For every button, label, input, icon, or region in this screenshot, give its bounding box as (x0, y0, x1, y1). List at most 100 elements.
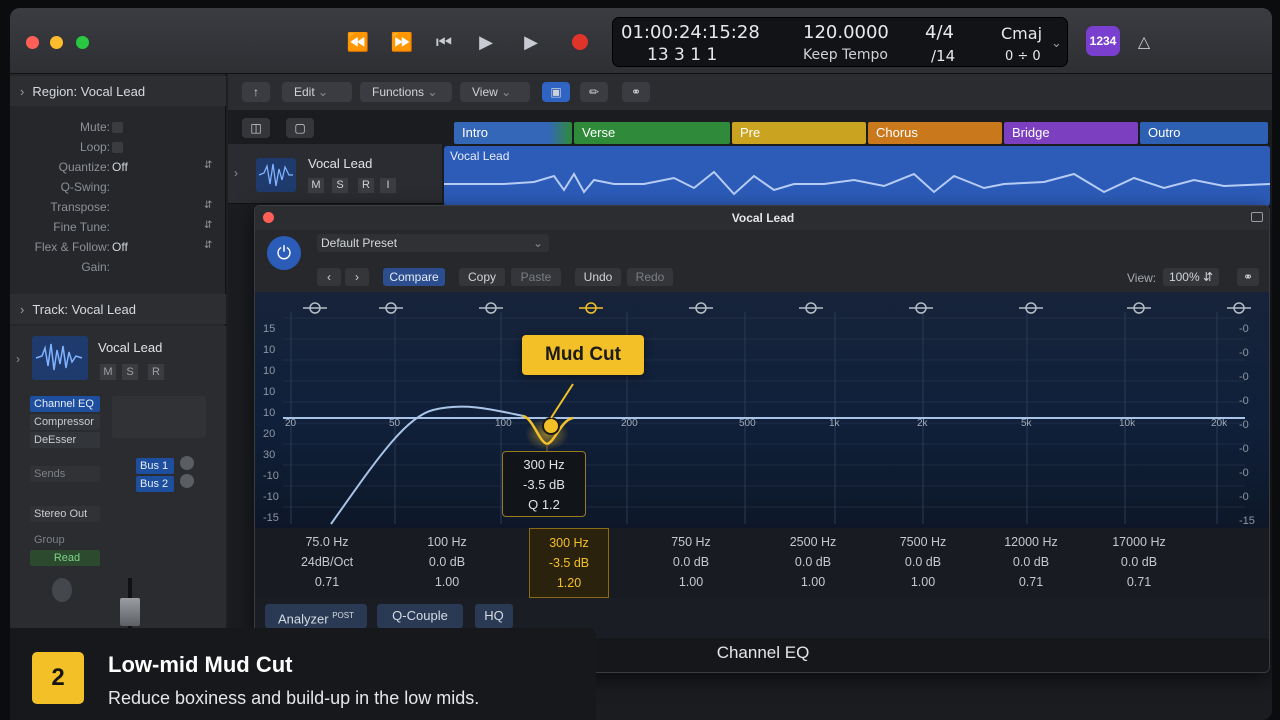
q-couple-button[interactable]: Q-Couple (377, 604, 463, 628)
go-to-beginning-icon[interactable]: ⏮ (430, 30, 458, 54)
marker-verse[interactable]: Verse (574, 122, 730, 144)
view-zoom-menu[interactable]: 100% ⇵ (1163, 268, 1219, 286)
region-param-finetune[interactable]: Fine Tune: ⇵ (10, 220, 226, 240)
marker-bridge[interactable]: Bridge (1004, 122, 1138, 144)
band-1-params[interactable]: 75.0 Hz 24dB/Oct 0.71 (277, 528, 377, 598)
bus-2-send[interactable]: Bus 2 (136, 476, 174, 492)
mute-button[interactable]: M (100, 364, 116, 380)
stepper-icon[interactable]: ⇵ (204, 220, 212, 231)
send-knob[interactable] (180, 456, 194, 470)
record-enable-button[interactable]: R (358, 178, 374, 193)
group-slot[interactable]: Group (30, 532, 100, 548)
plugin-slot-deesser[interactable]: DeEsser (30, 432, 100, 448)
catch-icon[interactable]: ▣ (542, 82, 570, 102)
input-monitor-button[interactable]: I (380, 178, 396, 193)
step-number: 2 (32, 652, 84, 704)
region-param-qswing[interactable]: Q-Swing: (10, 180, 226, 200)
marker-outro[interactable]: Outro (1140, 122, 1268, 144)
key-value: Cmaj (1001, 24, 1043, 43)
send-knob[interactable] (180, 474, 194, 488)
solo-button[interactable]: S (122, 364, 138, 380)
copy-button[interactable]: Copy (459, 268, 505, 286)
band-3-params[interactable]: 300 Hz -3.5 dB 1.20 (529, 528, 609, 598)
output-slot[interactable]: Stereo Out (30, 506, 100, 522)
bus-1-send[interactable]: Bus 1 (136, 458, 174, 474)
band-2-params[interactable]: 100 Hz 0.0 dB 1.00 (397, 528, 497, 598)
track-list-icon[interactable]: ◫ (242, 118, 270, 138)
region-param-loop[interactable]: Loop: (10, 140, 226, 160)
lcd-chevron-icon[interactable]: ⌄ (1051, 36, 1062, 51)
stop-icon[interactable]: ▶ (472, 30, 500, 54)
view-menu[interactable]: View ⌄ (460, 82, 530, 102)
lcd-display[interactable]: 01:00:24:15:28 13 3 1 1 120.0000 Keep Te… (612, 17, 1068, 67)
undo-button[interactable]: Undo (575, 268, 621, 286)
edit-menu[interactable]: Edit ⌄ (282, 82, 352, 102)
marker-pre[interactable]: Pre (732, 122, 866, 144)
db-tick: 10 (263, 344, 275, 356)
analyzer-button[interactable]: Analyzer POST (265, 604, 367, 628)
track-header[interactable]: › Track: Vocal Lead (10, 294, 226, 324)
mute-checkbox[interactable] (112, 122, 123, 133)
region-param-transpose[interactable]: Transpose: ⇵ (10, 200, 226, 220)
marker-chorus[interactable]: Chorus (868, 122, 1002, 144)
marker-intro[interactable]: Intro (454, 122, 572, 144)
up-arrow-icon[interactable]: ↑ (242, 82, 270, 102)
stepper-icon[interactable]: ⇵ (204, 200, 212, 211)
next-preset-button[interactable]: › (345, 268, 369, 286)
audio-region[interactable]: Vocal Lead (444, 146, 1270, 206)
empty-plugin-slot[interactable] (112, 396, 206, 438)
play-icon[interactable]: ▶ (517, 30, 545, 54)
eq-graph-svg[interactable]: 15 10 10 10 10 20 30 -10 -10 -15 -0 -0 -0 -0 -0 -0 -0 -0… (255, 292, 1270, 528)
frequency-tick: 50 (389, 418, 401, 429)
pan-knob[interactable] (52, 578, 72, 602)
redo-button[interactable]: Redo (627, 268, 673, 286)
minimize-window-button[interactable] (50, 36, 63, 49)
power-button[interactable]: ⏻ (267, 236, 301, 270)
mute-button[interactable]: M (308, 178, 324, 193)
record-enable-button[interactable]: R (148, 364, 164, 380)
plugin-slot-compressor[interactable]: Compressor (30, 414, 100, 430)
compare-button[interactable]: Compare (383, 268, 445, 286)
zoom-window-button[interactable] (76, 36, 89, 49)
previous-preset-button[interactable]: ‹ (317, 268, 341, 286)
stepper-icon[interactable]: ⇵ (204, 160, 212, 171)
close-window-button[interactable] (26, 36, 39, 49)
pencil-tool-icon[interactable]: ✏ (580, 82, 608, 102)
solo-button[interactable]: S (332, 178, 348, 193)
region-param-gain[interactable]: Gain: (10, 260, 226, 280)
rewind-icon[interactable]: ⏪ (344, 30, 372, 54)
band-8-params[interactable]: 17000 Hz 0.0 dB 0.71 (1089, 528, 1189, 598)
fast-forward-icon[interactable]: ⏩ (388, 30, 416, 54)
plugin-slot-channel-eq[interactable]: Channel EQ (30, 396, 100, 412)
track-header-row[interactable]: › Vocal Lead M S R I (228, 144, 442, 204)
tempo-value: 120.0000 (803, 22, 889, 43)
sends-slot[interactable]: Sends (30, 466, 100, 482)
hq-button[interactable]: HQ (475, 604, 513, 628)
functions-menu[interactable]: Functions ⌄ (360, 82, 452, 102)
snap-icon[interactable]: ⚭ (622, 82, 650, 102)
region-param-flex[interactable]: Flex & Follow: Off ⇵ (10, 240, 226, 260)
close-plugin-button[interactable] (263, 212, 274, 223)
band-5-params[interactable]: 2500 Hz 0.0 dB 1.00 (763, 528, 863, 598)
eq-graph[interactable]: 15 10 10 10 10 20 30 -10 -10 -15 -0 -0 -0 -0 -0 -0 -0 -0… (255, 292, 1270, 528)
track-icon (256, 158, 296, 192)
paste-button[interactable]: Paste (511, 268, 561, 286)
region-param-mute[interactable]: Mute: (10, 120, 226, 140)
band-3-handle[interactable] (542, 417, 560, 435)
region-param-quantize[interactable]: Quantize: Off ⇵ (10, 160, 226, 180)
band-4-params[interactable]: 750 Hz 0.0 dB 1.00 (641, 528, 741, 598)
link-chain-icon[interactable]: ⚭ (1237, 268, 1259, 286)
stepper-icon[interactable]: ⇵ (204, 240, 212, 251)
band-6-params[interactable]: 7500 Hz 0.0 dB 1.00 (873, 528, 973, 598)
volume-fader-handle[interactable] (120, 598, 140, 626)
loop-checkbox[interactable] (112, 142, 123, 153)
warning-icon[interactable]: △ (1130, 30, 1158, 54)
link-icon[interactable] (1251, 212, 1263, 222)
count-in-badge[interactable]: 1234 (1086, 26, 1120, 56)
region-header[interactable]: › Region: Vocal Lead (10, 76, 226, 106)
global-tracks-icon[interactable]: ▢ (286, 118, 314, 138)
band-7-params[interactable]: 12000 Hz 0.0 dB 0.71 (981, 528, 1081, 598)
automation-mode[interactable]: Read (30, 550, 100, 566)
record-button[interactable] (566, 30, 594, 54)
preset-menu[interactable]: Default Preset ⌄ (317, 234, 549, 252)
